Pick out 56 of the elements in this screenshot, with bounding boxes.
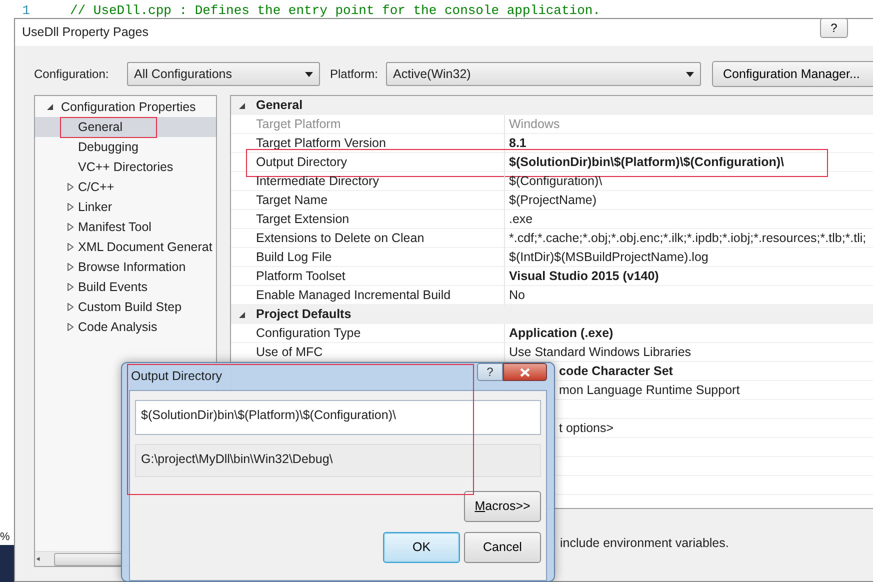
code-comment: // UseDll.cpp : Defines the entry point for the console application. [70,2,600,20]
property-value[interactable]: 8.1 [505,134,526,153]
property-name[interactable]: Platform Toolset [252,267,505,286]
tree-item[interactable]: Manifest Tool [78,218,152,236]
tree-item[interactable]: Configuration Properties [61,98,196,116]
property-name[interactable]: Build Log File [252,248,505,267]
caret-icon [305,72,313,76]
input-field[interactable]: $(SolutionDir)bin\$(Platform)\$(Configuration)\ [135,400,541,435]
tree-item[interactable]: C/C++ [78,178,114,196]
evaluated-value: G:\project\MyDll\bin\Win32\Debug\ [135,444,541,477]
property-value[interactable]: Use Standard Windows Libraries [505,343,692,362]
tree-item[interactable]: Build Events [78,278,148,296]
tree-item[interactable]: XML Document Generat [78,238,212,256]
property-value[interactable]: No [505,286,525,305]
tree-item[interactable]: Debugging [78,138,138,156]
taskbar-fragment [0,545,14,582]
percent-text: % [0,530,10,544]
property-name[interactable]: Target Extension [252,210,505,229]
help-button[interactable]: ? [820,18,848,38]
property-name[interactable]: Output Directory [252,153,505,172]
close-icon [520,368,530,376]
configuration-label: Configuration: [34,66,110,83]
property-value[interactable]: $(ProjectName) [505,191,597,210]
property-name[interactable]: Target Platform Version [252,134,505,153]
property-name[interactable]: Configuration Type [252,324,505,343]
category-header[interactable]: Project Defaults [231,305,873,324]
property-value[interactable]: .exe [505,210,533,229]
property-value[interactable]: $(SolutionDir)bin\$(Platform)\$(Configuration)\ [505,153,784,172]
caret-icon [686,72,694,76]
tree-item[interactable]: Custom Build Step [78,298,182,316]
line-number: 1 [21,2,30,20]
property-name[interactable]: Intermediate Directory [252,172,505,191]
tree-item[interactable]: General [78,118,122,136]
platform-dropdown[interactable]: Active(Win32) [386,62,702,86]
tree-item[interactable]: Code Analysis [78,318,158,336]
window-title: UseDll Property Pages [22,24,148,42]
ok-button[interactable]: OK [383,532,460,563]
help-button[interactable]: ? [477,363,503,381]
dialog-title: Output Directory [130,368,222,386]
tree-item[interactable]: Linker [78,198,112,216]
macros-button[interactable]: Macros>> [464,491,541,522]
property-value[interactable]: $(Configuration)\ [505,172,602,191]
configuration-dropdown[interactable]: All Configurations [127,62,320,86]
property-value[interactable]: *.cdf;*.cache;*.obj;*.obj.enc;*.ilk;*.ipdb;*.iobj;*.resources;*.tlb;*.tli; [505,229,866,248]
tree-item[interactable]: Browse Information [78,258,186,276]
property-name[interactable]: Target Name [252,191,505,210]
category-header[interactable]: General [231,96,873,115]
property-value[interactable]: Application (.exe) [505,324,614,343]
property-value[interactable]: $(IntDir)$(MSBuildProjectName).log [505,248,708,267]
property-name[interactable]: Extensions to Delete on Clean [252,229,505,248]
cancel-button[interactable]: Cancel [464,532,541,563]
platform-label: Platform: [330,66,378,83]
tree-item[interactable]: VC++ Directories [78,158,174,176]
property-value[interactable]: Visual Studio 2015 (v140) [505,267,659,286]
configuration-manager-button[interactable]: Configuration Manager... [712,61,873,87]
close-button[interactable] [503,363,547,381]
